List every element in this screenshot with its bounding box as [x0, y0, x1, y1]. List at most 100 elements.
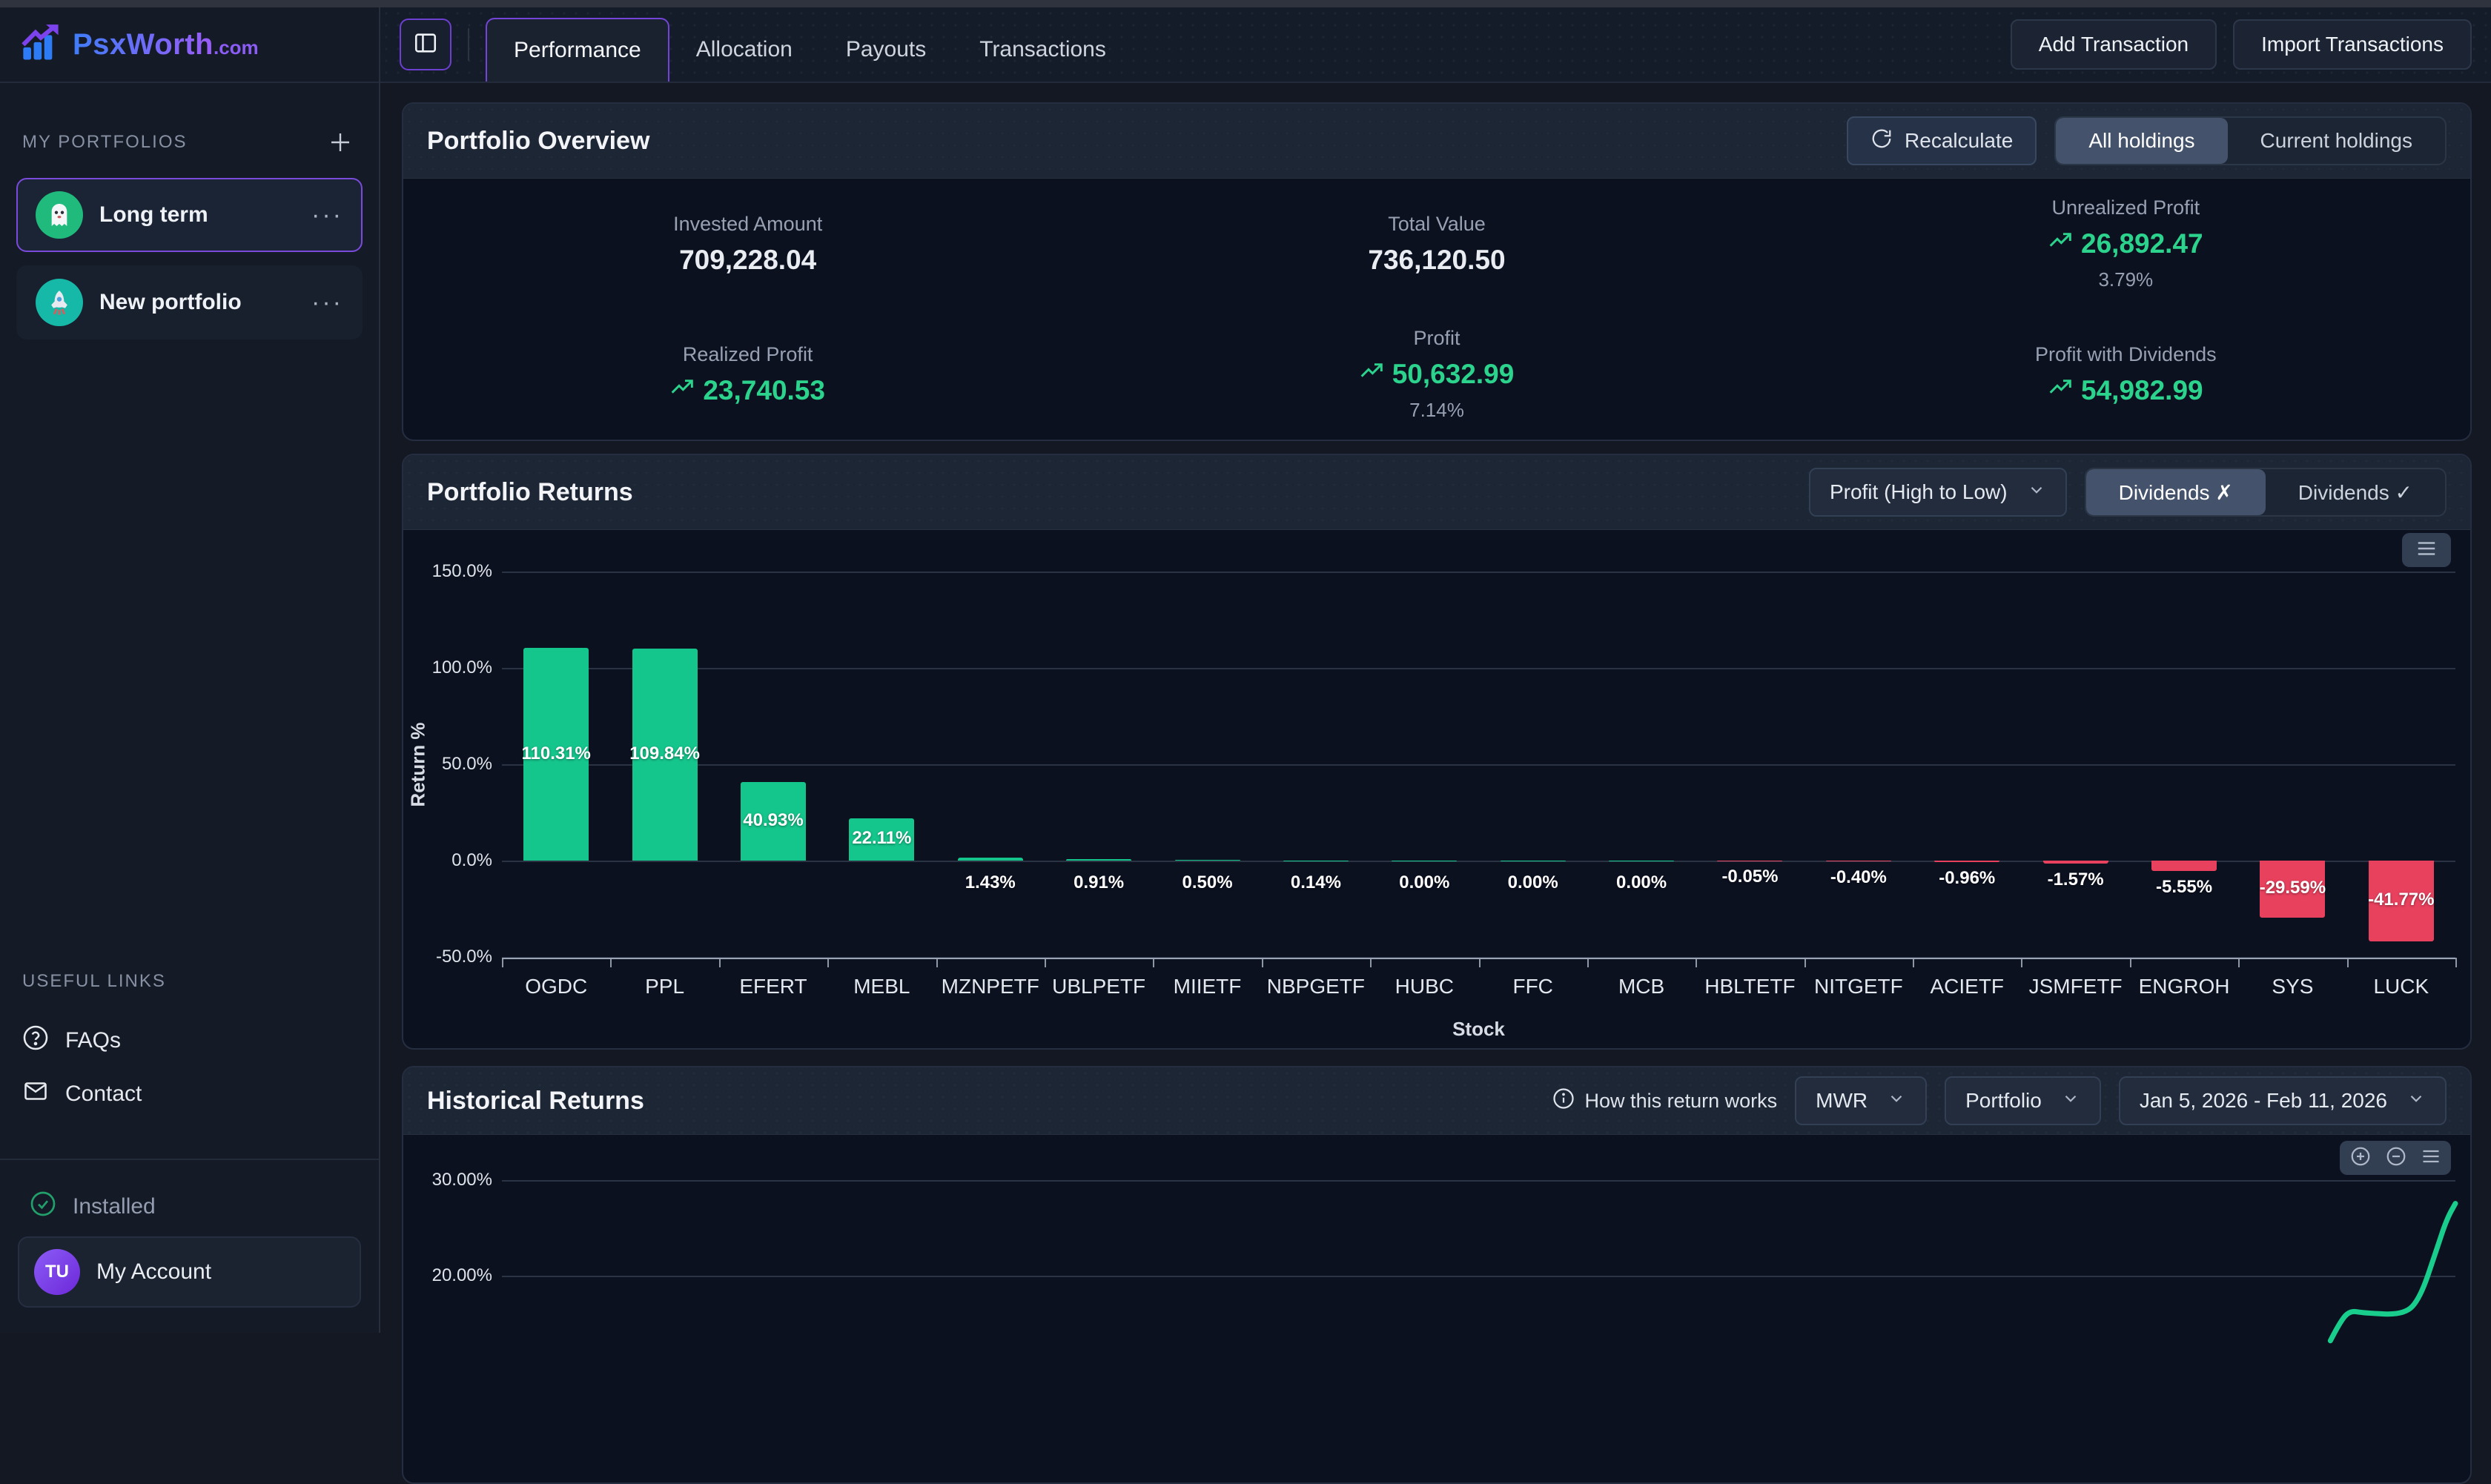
chart-zoom-controls: [2340, 1141, 2451, 1175]
y-tick-label: 20.00%: [403, 1265, 492, 1286]
bar-mznpetf[interactable]: [958, 858, 1023, 861]
sidebar: PsxWorth.com MY PORTFOLIOS Long term···N…: [0, 7, 380, 1333]
stat-label: Profit: [1413, 327, 1460, 350]
chevron-down-icon: [2027, 480, 2046, 505]
bar-jsmfetf[interactable]: [2043, 861, 2108, 864]
import-transactions-button[interactable]: Import Transactions: [2233, 19, 2472, 70]
bar-value-label: 110.31%: [504, 743, 608, 764]
bar-value-label: 0.00%: [1589, 872, 1693, 893]
sidebar-link-label: FAQs: [65, 1028, 121, 1053]
panel-left-icon: [413, 30, 438, 59]
sidebar-portfolio-new-portfolio[interactable]: New portfolio···: [16, 265, 363, 339]
bar-value-label: -5.55%: [2132, 877, 2236, 898]
bar-miietf[interactable]: [1175, 860, 1240, 861]
category-label-mcb: MCB: [1587, 975, 1696, 998]
bar-value-label: -0.05%: [1698, 867, 1802, 887]
y-axis-title: Return %: [407, 572, 430, 958]
menu-icon[interactable]: [2421, 1147, 2441, 1169]
sidebar-link-faqs[interactable]: FAQs: [22, 1024, 121, 1057]
window-top-strip: [0, 0, 2491, 7]
tab-payouts[interactable]: Payouts: [819, 18, 953, 82]
portfolio-name: Long term: [99, 202, 295, 228]
bar-ublpetf[interactable]: [1066, 859, 1131, 861]
tab-transactions[interactable]: Transactions: [953, 18, 1133, 82]
main-area: PerformanceAllocationPayoutsTransactions…: [380, 7, 2491, 1333]
dividends-option-dividends[interactable]: Dividends ✗: [2086, 469, 2266, 515]
stat-realized-profit: Realized Profit23,740.53: [403, 309, 1092, 440]
bar-value-label: 0.50%: [1156, 872, 1260, 893]
historical-returns-title: Historical Returns: [427, 1087, 644, 1116]
historical-return-line: [403, 1135, 2473, 1482]
portfolio-returns-card: Portfolio Returns Profit (High to Low) D…: [402, 454, 2472, 1050]
sort-dropdown[interactable]: Profit (High to Low): [1809, 468, 2067, 517]
x-axis-tick: [2455, 958, 2457, 967]
bar-chart-trend-icon: [19, 24, 62, 66]
brand-logo[interactable]: PsxWorth.com: [0, 7, 379, 83]
scope-dropdown[interactable]: Portfolio: [1945, 1076, 2101, 1125]
trending-up-icon: [670, 375, 694, 406]
useful-links-heading: USEFUL LINKS: [22, 971, 166, 992]
trending-up-icon: [2048, 228, 2072, 259]
y-tick-label: 30.00%: [403, 1170, 492, 1190]
add-portfolio-button[interactable]: [324, 126, 357, 159]
holdings-option-all-holdings[interactable]: All holdings: [2056, 118, 2227, 164]
y-gridline: [502, 1276, 2455, 1277]
dividends-option-dividends[interactable]: Dividends ✓: [2266, 469, 2445, 515]
stat-profit: Profit 50,632.99 7.14%: [1092, 309, 1781, 440]
stat-profit-with-dividends: Profit with Dividends 54,982.99: [1782, 309, 2470, 440]
stat-label: Profit with Dividends: [2035, 343, 2217, 366]
stat-value: 709,228.04: [679, 245, 816, 276]
portfolio-list: Long term··· New portfolio···: [0, 178, 379, 339]
sort-dropdown-value: Profit (High to Low): [1830, 480, 2008, 504]
zoom-out-icon[interactable]: [2385, 1145, 2407, 1171]
zoom-in-icon[interactable]: [2349, 1145, 2372, 1171]
menu-icon: [2415, 539, 2438, 562]
returns-bar-chart: 150.0%100.0%50.0%0.0%-50.0%110.31%OGDC10…: [403, 530, 2470, 1048]
chart-menu-button[interactable]: [2402, 533, 2451, 567]
sidebar-collapse-button[interactable]: [400, 19, 451, 70]
sidebar-link-contact[interactable]: Contact: [22, 1078, 142, 1110]
stat-amount: 50,632.99: [1392, 359, 1515, 390]
bar-acietf[interactable]: [1934, 861, 1999, 862]
stat-sub-percent: 7.14%: [1409, 399, 1464, 422]
bar-value-label: -0.40%: [1807, 867, 1911, 888]
sidebar-divider: [0, 1159, 379, 1160]
bar-value-label: 0.00%: [1481, 872, 1585, 893]
return-info-link[interactable]: How this return works: [1552, 1087, 1778, 1115]
portfolio-overview-card: Portfolio Overview Recalculate All holdi…: [402, 102, 2472, 441]
topbar-actions: Add Transaction Import Transactions: [2011, 19, 2472, 70]
add-transaction-button[interactable]: Add Transaction: [2011, 19, 2217, 70]
category-label-ffc: FFC: [1479, 975, 1587, 998]
bar-value-label: 1.43%: [939, 872, 1042, 893]
bar-value-label: 0.91%: [1047, 872, 1151, 893]
trending-up-icon: [2048, 375, 2072, 406]
avatar: TU: [34, 1249, 80, 1295]
holdings-option-current-holdings[interactable]: Current holdings: [2228, 118, 2445, 164]
category-label-mebl: MEBL: [827, 975, 936, 998]
stat-value: 50,632.99: [1360, 359, 1515, 390]
stat-amount: 54,982.99: [2081, 375, 2203, 406]
my-account-label: My Account: [96, 1259, 211, 1285]
historical-line-chart: 30.00% 20.00%: [403, 1135, 2470, 1482]
bar-value-label: -41.77%: [2349, 890, 2453, 910]
stat-amount: 26,892.47: [2081, 228, 2203, 259]
bar-value-label: 0.00%: [1372, 872, 1476, 893]
stat-amount: 23,740.53: [703, 375, 825, 406]
recalculate-button[interactable]: Recalculate: [1847, 116, 2037, 165]
brand-name: PsxWorth: [73, 28, 214, 61]
stat-value: 736,120.50: [1368, 245, 1505, 276]
tab-allocation[interactable]: Allocation: [669, 18, 819, 82]
category-label-nitgetf: NITGETF: [1804, 975, 1913, 998]
scope-dropdown-value: Portfolio: [1965, 1089, 2042, 1113]
historical-returns-card: Historical Returns How this return works…: [402, 1066, 2472, 1484]
bar-engroh[interactable]: [2151, 861, 2217, 871]
my-account-button[interactable]: TU My Account: [18, 1236, 361, 1308]
category-label-mznpetf: MZNPETF: [936, 975, 1045, 998]
date-range-dropdown[interactable]: Jan 5, 2026 - Feb 11, 2026: [2119, 1076, 2447, 1125]
bar-value-label: 109.84%: [613, 743, 717, 764]
sidebar-portfolio-long-term[interactable]: Long term···: [16, 178, 363, 252]
portfolio-overview-title: Portfolio Overview: [427, 127, 649, 156]
tab-performance[interactable]: Performance: [486, 18, 669, 82]
method-dropdown[interactable]: MWR: [1795, 1076, 1927, 1125]
category-label-engroh: ENGROH: [2130, 975, 2238, 998]
